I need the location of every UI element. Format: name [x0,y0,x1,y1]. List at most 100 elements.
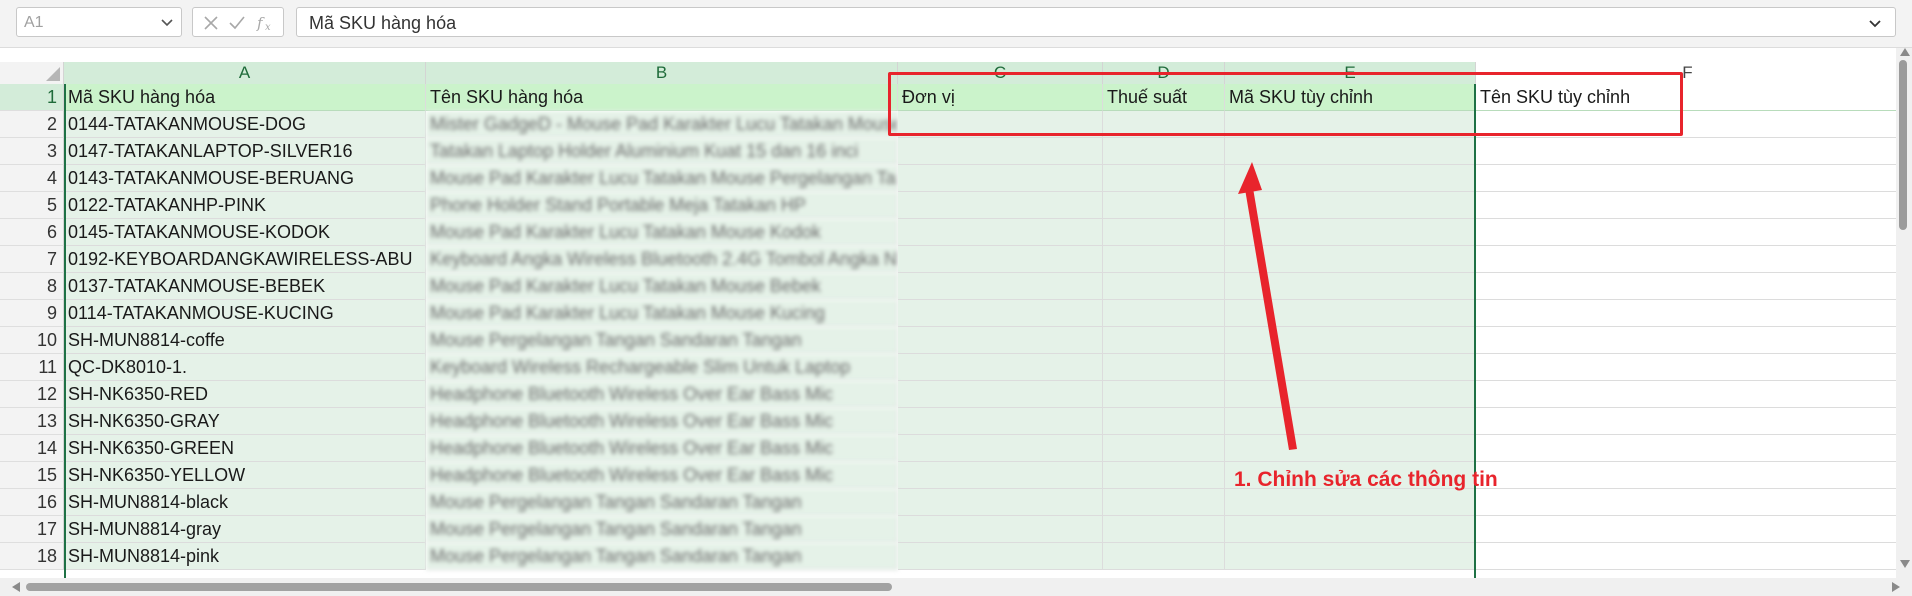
cell-f[interactable] [1476,111,1900,138]
cell-c[interactable] [898,273,1103,300]
cell-c[interactable] [898,165,1103,192]
cell-c[interactable] [898,516,1103,543]
cell-e[interactable] [1225,435,1476,462]
expand-formula-icon[interactable] [1867,15,1883,31]
cell-d[interactable] [1103,516,1225,543]
cell-e[interactable] [1225,165,1476,192]
cell-e[interactable] [1225,543,1476,570]
cell-c[interactable] [898,435,1103,462]
cell-f[interactable] [1476,408,1900,435]
row-header[interactable]: 16 [0,489,64,516]
row-header[interactable]: 10 [0,327,64,354]
cell-a[interactable]: SH-NK6350-YELLOW [64,462,426,489]
cell-b[interactable]: Headphone Bluetooth Wireless Over Ear Ba… [426,408,898,435]
cell-b[interactable]: Phone Holder Stand Portable Meja Tatakan… [426,192,898,219]
cell-d[interactable] [1103,327,1225,354]
horizontal-scrollbar[interactable] [0,578,1912,596]
cell-b[interactable]: Headphone Bluetooth Wireless Over Ear Ba… [426,462,898,489]
column-header-d[interactable]: D [1103,62,1225,84]
row-header[interactable]: 3 [0,138,64,165]
cell-f[interactable] [1476,354,1900,381]
cell-c[interactable] [898,489,1103,516]
row-header[interactable]: 2 [0,111,64,138]
column-header-e[interactable]: E [1225,62,1476,84]
cell-f[interactable] [1476,435,1900,462]
function-icon[interactable]: fx [255,13,279,33]
cell-f[interactable] [1476,138,1900,165]
row-header[interactable]: 6 [0,219,64,246]
row-header[interactable]: 17 [0,516,64,543]
cell-f[interactable] [1476,219,1900,246]
row-header[interactable]: 12 [0,381,64,408]
cell-c[interactable] [898,111,1103,138]
vertical-scrollbar[interactable] [1896,48,1912,578]
cell-b[interactable]: Mouse Pad Karakter Lucu Tatakan Mouse Pe… [426,165,898,192]
cell-a[interactable]: SH-MUN8814-black [64,489,426,516]
cell-b[interactable]: Mouse Pergelangan Tangan Sandaran Tangan [426,489,898,516]
name-box[interactable]: A1 [16,7,182,37]
cell-e[interactable] [1225,300,1476,327]
cell-e[interactable] [1225,354,1476,381]
cell-d[interactable] [1103,354,1225,381]
cell-d[interactable] [1103,138,1225,165]
cell-c[interactable] [898,381,1103,408]
cell-c[interactable] [898,219,1103,246]
cell-a[interactable]: 0122-TATAKANHP-PINK [64,192,426,219]
cell-e[interactable] [1225,219,1476,246]
row-header[interactable]: 14 [0,435,64,462]
cell-f[interactable] [1476,300,1900,327]
cell-b[interactable]: Tatakan Laptop Holder Aluminium Kuat 15 … [426,138,898,165]
cell-b[interactable]: Mouse Pergelangan Tangan Sandaran Tangan [426,516,898,543]
column-header-f[interactable]: F [1476,62,1900,84]
cell-a[interactable]: 0114-TATAKANMOUSE-KUCING [64,300,426,327]
cell-f[interactable] [1476,192,1900,219]
cell-e[interactable] [1225,138,1476,165]
scroll-up-icon[interactable] [1900,48,1910,56]
cancel-icon[interactable] [201,13,221,33]
cell-a[interactable]: 0145-TATAKANMOUSE-KODOK [64,219,426,246]
column-header-c[interactable]: C [898,62,1103,84]
cell-a[interactable]: 0137-TATAKANMOUSE-BEBEK [64,273,426,300]
header-cell-e[interactable]: Mã SKU tùy chỉnh [1225,84,1476,111]
cell-d[interactable] [1103,111,1225,138]
cell-f[interactable] [1476,327,1900,354]
cell-d[interactable] [1103,462,1225,489]
cell-c[interactable] [898,327,1103,354]
column-header-a[interactable]: A [64,62,426,84]
cell-b[interactable]: Headphone Bluetooth Wireless Over Ear Ba… [426,435,898,462]
header-cell-b[interactable]: Tên SKU hàng hóa [426,84,898,111]
cell-a[interactable]: SH-MUN8814-coffe [64,327,426,354]
cell-d[interactable] [1103,381,1225,408]
cell-f[interactable] [1476,462,1900,489]
row-header[interactable]: 8 [0,273,64,300]
scroll-left-icon[interactable] [12,582,20,592]
cell-d[interactable] [1103,300,1225,327]
cell-e[interactable] [1225,327,1476,354]
cell-b[interactable]: Keyboard Angka Wireless Bluetooth 2.4G T… [426,246,898,273]
cell-d[interactable] [1103,543,1225,570]
cell-d[interactable] [1103,408,1225,435]
cell-d[interactable] [1103,273,1225,300]
cell-e[interactable] [1225,381,1476,408]
column-header-b[interactable]: B [426,62,898,84]
cell-a[interactable]: SH-MUN8814-pink [64,543,426,570]
cell-f[interactable] [1476,165,1900,192]
confirm-icon[interactable] [227,13,247,33]
row-header[interactable]: 1 [0,84,64,111]
cell-a[interactable]: SH-MUN8814-gray [64,516,426,543]
cell-d[interactable] [1103,246,1225,273]
cell-a[interactable]: 0192-KEYBOARDANGKAWIRELESS-ABU [64,246,426,273]
cell-c[interactable] [898,246,1103,273]
cell-c[interactable] [898,354,1103,381]
cell-e[interactable] [1225,192,1476,219]
row-header[interactable]: 11 [0,354,64,381]
header-cell-d[interactable]: Thuế suất [1103,84,1225,111]
cell-c[interactable] [898,462,1103,489]
cell-e[interactable] [1225,246,1476,273]
row-header[interactable]: 5 [0,192,64,219]
cell-d[interactable] [1103,192,1225,219]
cell-a[interactable]: 0147-TATAKANLAPTOP-SILVER16 [64,138,426,165]
cell-b[interactable]: Mouse Pad Karakter Lucu Tatakan Mouse Ko… [426,219,898,246]
cell-f[interactable] [1476,246,1900,273]
cell-f[interactable] [1476,516,1900,543]
